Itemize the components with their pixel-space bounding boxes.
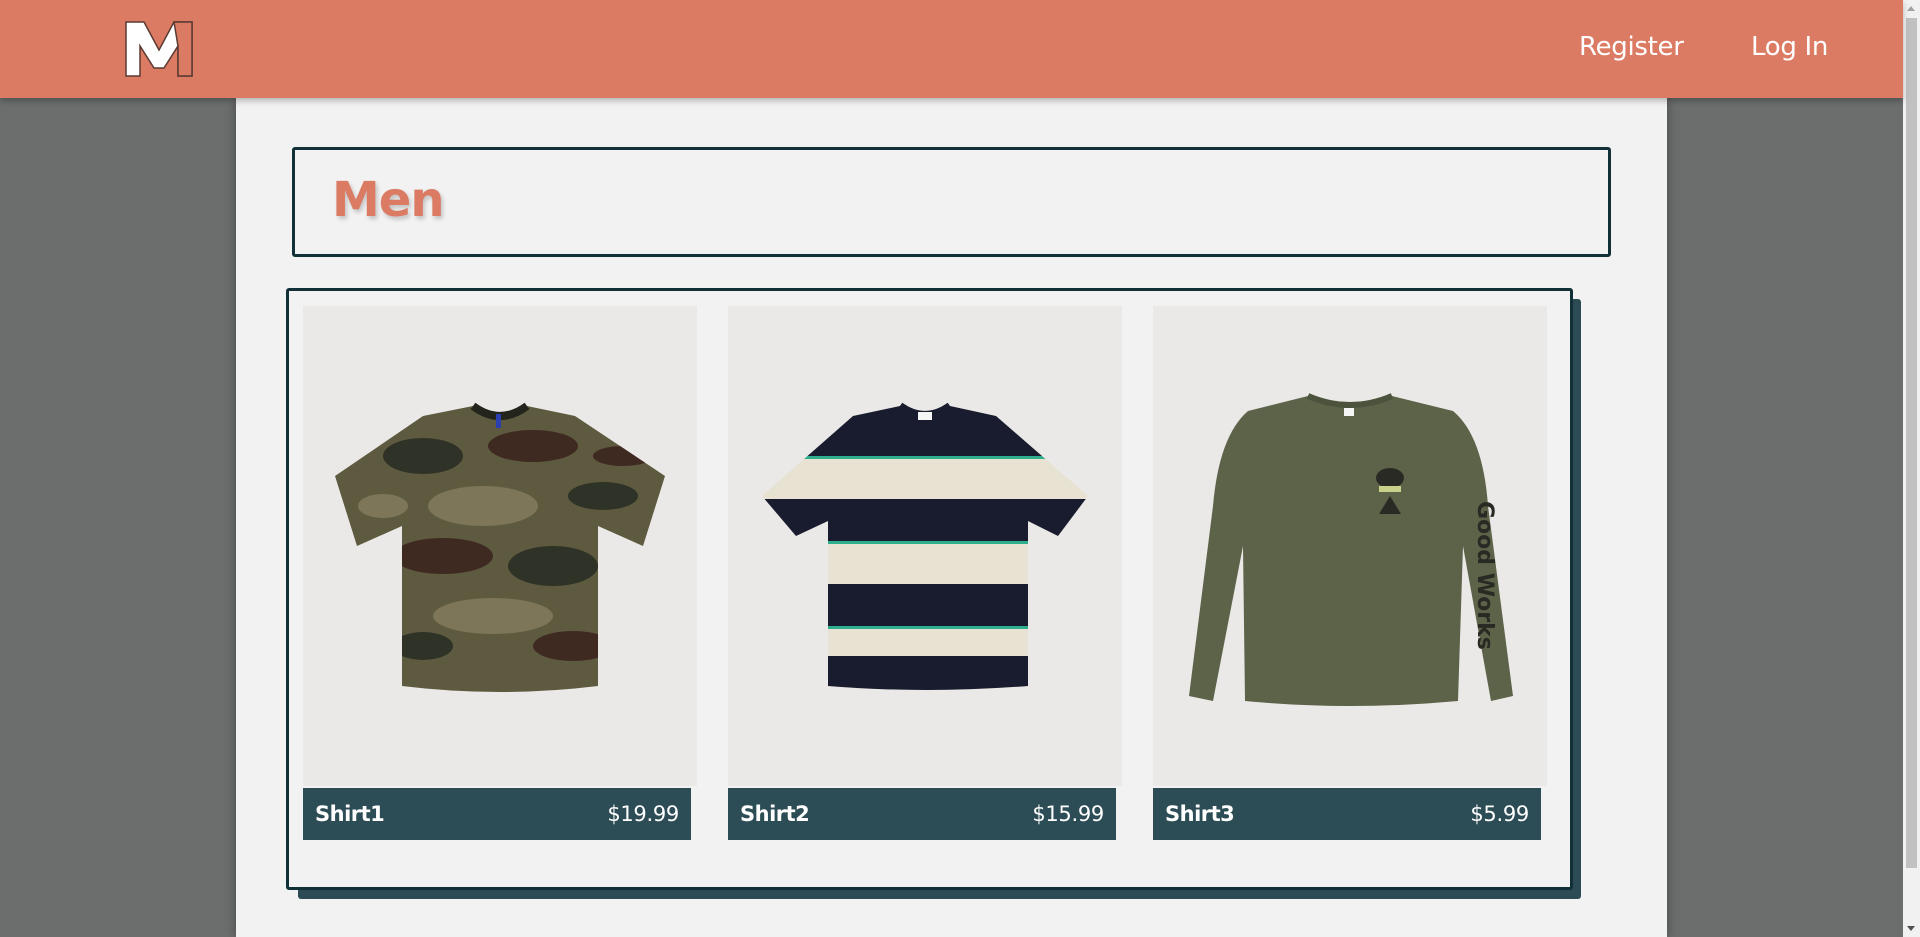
main-content: Men Shirt1 $19.99 Shirt2 $15.99 Good Wor…: [236, 98, 1667, 937]
category-header: Men: [292, 147, 1611, 257]
product-image[interactable]: [728, 306, 1122, 786]
product-card[interactable]: Shirt1 $19.99: [303, 306, 697, 840]
camo-tshirt-icon: [335, 402, 665, 692]
product-info-bar[interactable]: Shirt2 $15.99: [728, 788, 1116, 840]
olive-longsleeve-icon: Good Works: [1189, 393, 1513, 706]
product-info-bar[interactable]: Shirt3 $5.99: [1153, 788, 1541, 840]
login-link[interactable]: Log In: [1751, 32, 1828, 62]
scroll-thumb[interactable]: [1906, 18, 1917, 868]
product-price: $5.99: [1470, 802, 1529, 826]
product-name: Shirt3: [1165, 802, 1235, 826]
brand-logo-icon[interactable]: [122, 16, 196, 80]
striped-tshirt-icon: [762, 402, 1088, 690]
product-card[interactable]: Good Works Shirt3 $5.99: [1153, 306, 1547, 840]
product-info-bar[interactable]: Shirt1 $19.99: [303, 788, 691, 840]
product-name: Shirt1: [315, 802, 385, 826]
product-card[interactable]: Shirt2 $15.99: [728, 306, 1122, 840]
product-grid: Shirt1 $19.99 Shirt2 $15.99 Good Works S…: [286, 288, 1573, 890]
page-title: Men: [332, 172, 444, 228]
scroll-up-arrow-icon[interactable]: [1907, 6, 1915, 11]
scroll-down-arrow-icon[interactable]: [1907, 926, 1915, 931]
product-price: $19.99: [607, 802, 679, 826]
product-name: Shirt2: [740, 802, 810, 826]
top-nav-bar: Register Log In: [0, 0, 1903, 98]
product-price: $15.99: [1032, 802, 1104, 826]
svg-text:Good Works: Good Works: [1472, 501, 1497, 650]
page-scrollbar[interactable]: [1903, 0, 1920, 937]
register-link[interactable]: Register: [1579, 32, 1684, 62]
product-image[interactable]: Good Works: [1153, 306, 1547, 786]
product-image[interactable]: [303, 306, 697, 786]
